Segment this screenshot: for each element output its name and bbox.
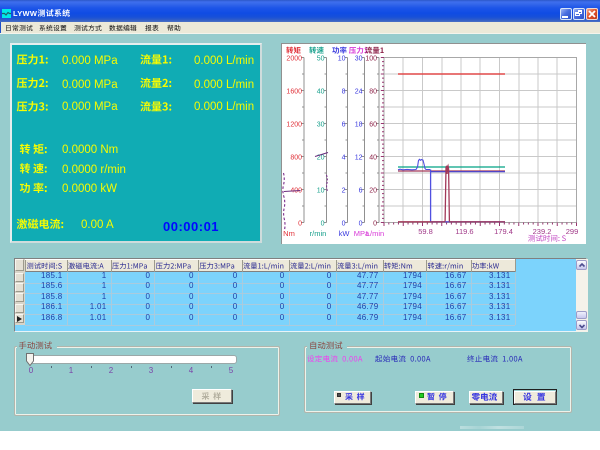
svg-text:6: 6: [359, 188, 363, 195]
svg-text:80: 80: [369, 89, 377, 96]
svg-text:0: 0: [359, 221, 363, 228]
svg-text:2000: 2000: [286, 56, 302, 63]
svg-text:18: 18: [355, 122, 363, 129]
svg-text:0: 0: [373, 221, 377, 228]
svg-text:239.2: 239.2: [533, 227, 552, 236]
svg-text:800: 800: [290, 155, 302, 162]
svg-text:1200: 1200: [286, 122, 302, 129]
svg-text:Nm: Nm: [283, 229, 295, 238]
svg-text:L/min: L/min: [366, 229, 384, 238]
svg-text:6: 6: [342, 122, 346, 129]
svg-text:1600: 1600: [286, 89, 302, 96]
svg-text:30: 30: [355, 56, 363, 63]
svg-text:119.6: 119.6: [455, 227, 473, 236]
svg-text:179.4: 179.4: [494, 227, 513, 236]
svg-text:12: 12: [355, 155, 363, 162]
svg-text:0: 0: [298, 221, 302, 228]
svg-text:2: 2: [342, 188, 346, 195]
svg-text:50: 50: [317, 56, 325, 63]
svg-text:59.8: 59.8: [418, 227, 433, 236]
svg-text:24: 24: [355, 89, 363, 96]
svg-text:20: 20: [369, 188, 377, 195]
svg-text:0: 0: [342, 221, 346, 228]
svg-text:100: 100: [365, 56, 377, 63]
svg-text:60: 60: [369, 122, 377, 129]
svg-text:30: 30: [317, 122, 325, 129]
svg-text:40: 40: [317, 89, 325, 96]
svg-text:299: 299: [566, 227, 579, 236]
svg-text:10: 10: [317, 188, 325, 195]
svg-text:kW: kW: [339, 229, 351, 238]
svg-text:r/min: r/min: [310, 229, 327, 238]
svg-text:8: 8: [342, 89, 346, 96]
svg-text:4: 4: [342, 155, 346, 162]
svg-text:0: 0: [321, 221, 325, 228]
svg-text:40: 40: [369, 155, 377, 162]
svg-text:10: 10: [338, 56, 346, 63]
